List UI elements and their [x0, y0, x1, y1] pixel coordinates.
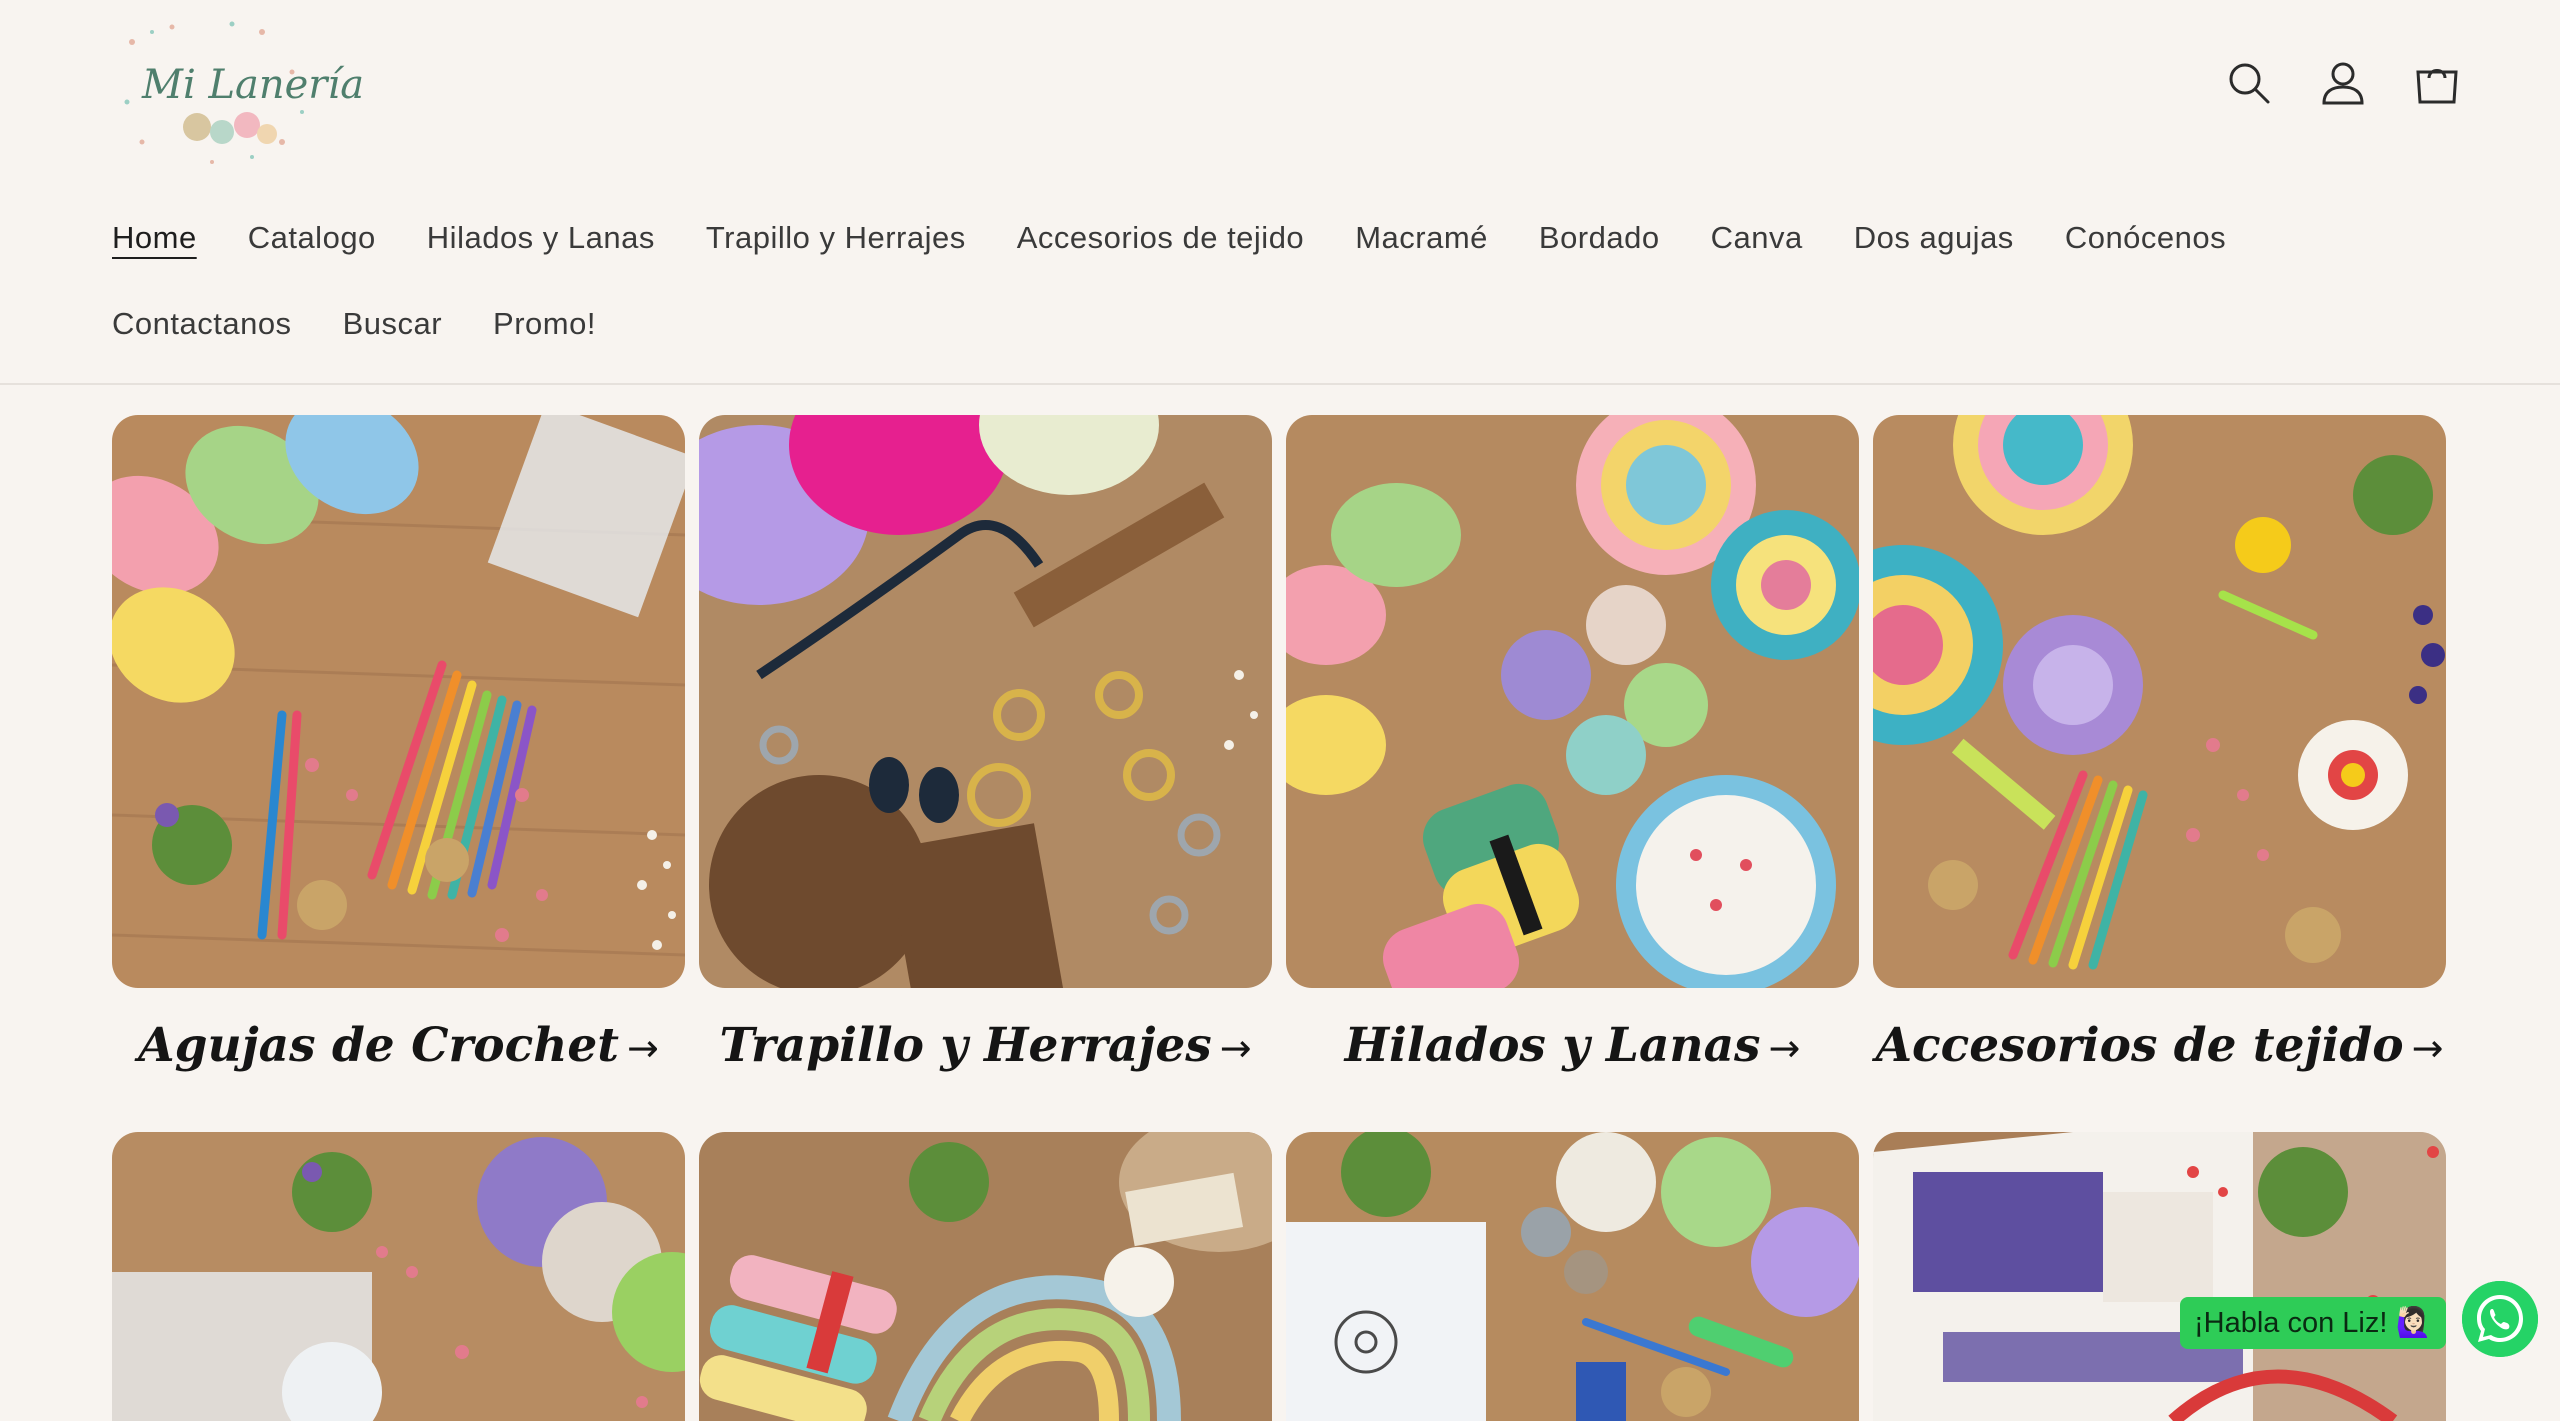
collection-image-dos-agujas-partial[interactable] [1873, 1132, 2446, 1421]
collection-card-agujas[interactable]: Agujas de Crochet → [112, 415, 685, 1115]
nav-item-canva[interactable]: Canva [1711, 220, 1803, 256]
arrow-right-icon: → [1219, 1026, 1252, 1070]
nav-item-macrame[interactable]: Macramé [1355, 220, 1488, 256]
collection-image-trapillo[interactable] [699, 415, 1272, 988]
search-icon[interactable] [2226, 60, 2272, 106]
site-header: Mi Lanería Home Catalogo Hilados y Lanas… [0, 0, 2560, 385]
collection-image-bordado-partial[interactable] [1286, 1132, 1859, 1421]
collection-card-trapillo[interactable]: Trapillo y Herrajes → [699, 415, 1272, 1115]
nav-item-home[interactable]: Home [112, 220, 197, 256]
arrow-right-icon: → [1768, 1026, 1801, 1070]
collection-image-accesorios[interactable] [1873, 415, 2446, 988]
account-icon[interactable] [2320, 60, 2366, 106]
nav-item-trapillo[interactable]: Trapillo y Herrajes [706, 220, 966, 256]
nav-item-hilados[interactable]: Hilados y Lanas [427, 220, 655, 256]
collection-title-trapillo[interactable]: Trapillo y Herrajes → [699, 1018, 1272, 1073]
collection-card-hilados[interactable]: Hilados y Lanas → [1286, 415, 1859, 1115]
whatsapp-chat-label[interactable]: ¡Habla con Liz! 🙋🏻‍♀️ [2180, 1297, 2446, 1349]
collection-image-agujas[interactable] [112, 415, 685, 988]
nav-item-dos-agujas[interactable]: Dos agujas [1854, 220, 2014, 256]
collection-title-accesorios[interactable]: Accesorios de tejido → [1873, 1018, 2446, 1073]
cart-icon[interactable] [2414, 60, 2460, 106]
collection-title-hilados[interactable]: Hilados y Lanas → [1286, 1018, 1859, 1073]
nav-item-contactanos[interactable]: Contactanos [112, 306, 292, 342]
nav-item-buscar[interactable]: Buscar [343, 306, 442, 342]
whatsapp-icon[interactable] [2462, 1281, 2538, 1357]
nav-item-bordado[interactable]: Bordado [1539, 220, 1660, 256]
brand-logo[interactable]: Mi Lanería [112, 12, 364, 172]
collection-image-macrame-cord-partial[interactable] [699, 1132, 1272, 1421]
nav-row-primary: Home Catalogo Hilados y Lanas Trapillo y… [112, 220, 2412, 256]
collection-grid: Agujas de Crochet → Trapillo y Herrajes → [112, 415, 2448, 1115]
arrow-right-icon: → [627, 1026, 659, 1070]
arrow-right-icon: → [2411, 1026, 2444, 1070]
nav-item-promo[interactable]: Promo! [493, 306, 596, 342]
logo-text: Mi Lanería [142, 62, 365, 108]
nav-item-catalogo[interactable]: Catalogo [248, 220, 376, 256]
nav-item-conocenos[interactable]: Conócenos [2065, 220, 2226, 256]
collection-grid-row-2 [112, 1132, 2448, 1421]
collection-title-agujas[interactable]: Agujas de Crochet → [112, 1018, 685, 1073]
main-nav: Home Catalogo Hilados y Lanas Trapillo y… [112, 220, 2412, 392]
nav-item-accesorios[interactable]: Accesorios de tejido [1017, 220, 1304, 256]
header-actions [2226, 60, 2460, 106]
collection-image-macrame-partial[interactable] [112, 1132, 685, 1421]
collection-image-hilados[interactable] [1286, 415, 1859, 988]
collection-card-accesorios[interactable]: Accesorios de tejido → [1873, 415, 2446, 1115]
nav-row-secondary: Contactanos Buscar Promo! [112, 306, 2412, 342]
